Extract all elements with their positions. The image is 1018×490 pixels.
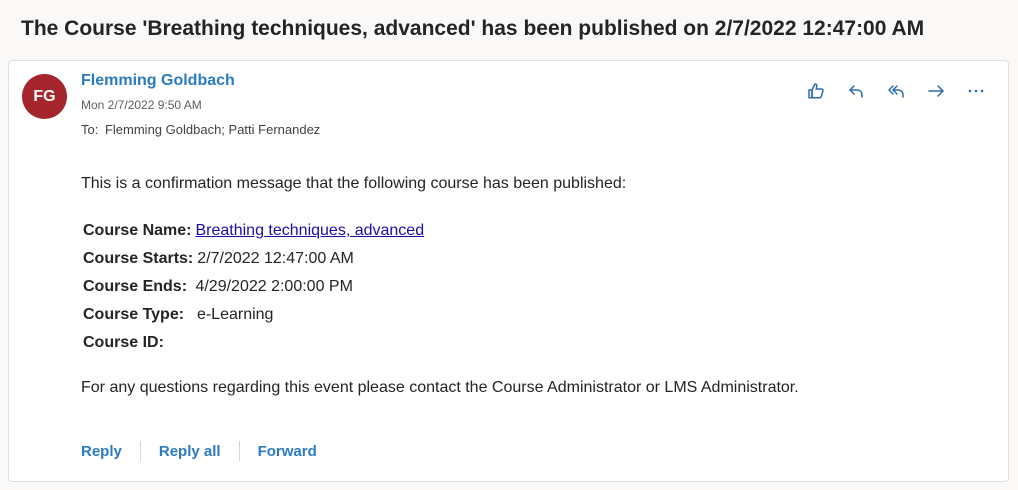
course-name-link[interactable]: Breathing techniques, advanced (195, 222, 424, 239)
closing-text: For any questions regarding this event p… (81, 379, 799, 396)
avatar[interactable]: FG (22, 74, 67, 119)
detail-row: Course Name: Breathing techniques, advan… (83, 217, 424, 245)
reply-all-button[interactable] (884, 79, 908, 103)
divider (139, 441, 141, 461)
like-icon (808, 83, 824, 99)
detail-value: Breathing techniques, advanced (195, 222, 424, 240)
detail-row: Course Ends: 4/29/2022 2:00:00 PM (83, 273, 424, 301)
detail-row: Course Starts: 2/7/2022 12:47:00 AM (83, 245, 424, 273)
sent-date: Mon 2/7/2022 9:50 AM (81, 98, 202, 112)
detail-label: Course ID: (83, 334, 164, 351)
to-label: To: (81, 122, 99, 137)
recipients-line: To: Flemming Goldbach; Patti Fernandez (81, 122, 320, 137)
forward-icon (928, 85, 944, 97)
footer-forward-button[interactable]: Forward (258, 443, 317, 460)
detail-row: Course ID: (83, 329, 424, 357)
detail-label: Course Name: (83, 222, 192, 239)
sender-name[interactable]: Flemming Goldbach (81, 72, 235, 90)
footer-reply-button[interactable]: Reply (81, 443, 122, 460)
reply-button[interactable] (844, 79, 868, 103)
detail-row: Course Type: e-Learning (83, 301, 424, 329)
message-card: FG Flemming Goldbach Mon 2/7/2022 9:50 A… (8, 60, 1009, 482)
detail-label: Course Type: (83, 306, 185, 323)
message-actions (804, 79, 988, 103)
reply-footer: Reply Reply all Forward (81, 441, 317, 461)
detail-label: Course Ends: (83, 278, 188, 295)
more-actions-button[interactable] (964, 79, 988, 103)
intro-text: This is a confirmation message that the … (81, 175, 627, 192)
email-subject: The Course 'Breathing techniques, advanc… (21, 17, 925, 40)
detail-label: Course Starts: (83, 250, 194, 267)
detail-value: 2/7/2022 12:47:00 AM (197, 250, 354, 267)
course-details: Course Name: Breathing techniques, advan… (83, 217, 424, 357)
footer-reply-all-button[interactable]: Reply all (159, 443, 221, 460)
detail-value: 4/29/2022 2:00:00 PM (191, 278, 353, 295)
recipients[interactable]: Flemming Goldbach; Patti Fernandez (105, 122, 320, 137)
detail-value: e-Learning (188, 306, 274, 323)
like-button[interactable] (804, 79, 828, 103)
divider (238, 441, 240, 461)
reply-icon (849, 85, 863, 98)
reply-all-icon (888, 85, 904, 98)
more-icon (968, 89, 984, 93)
forward-button[interactable] (924, 79, 948, 103)
